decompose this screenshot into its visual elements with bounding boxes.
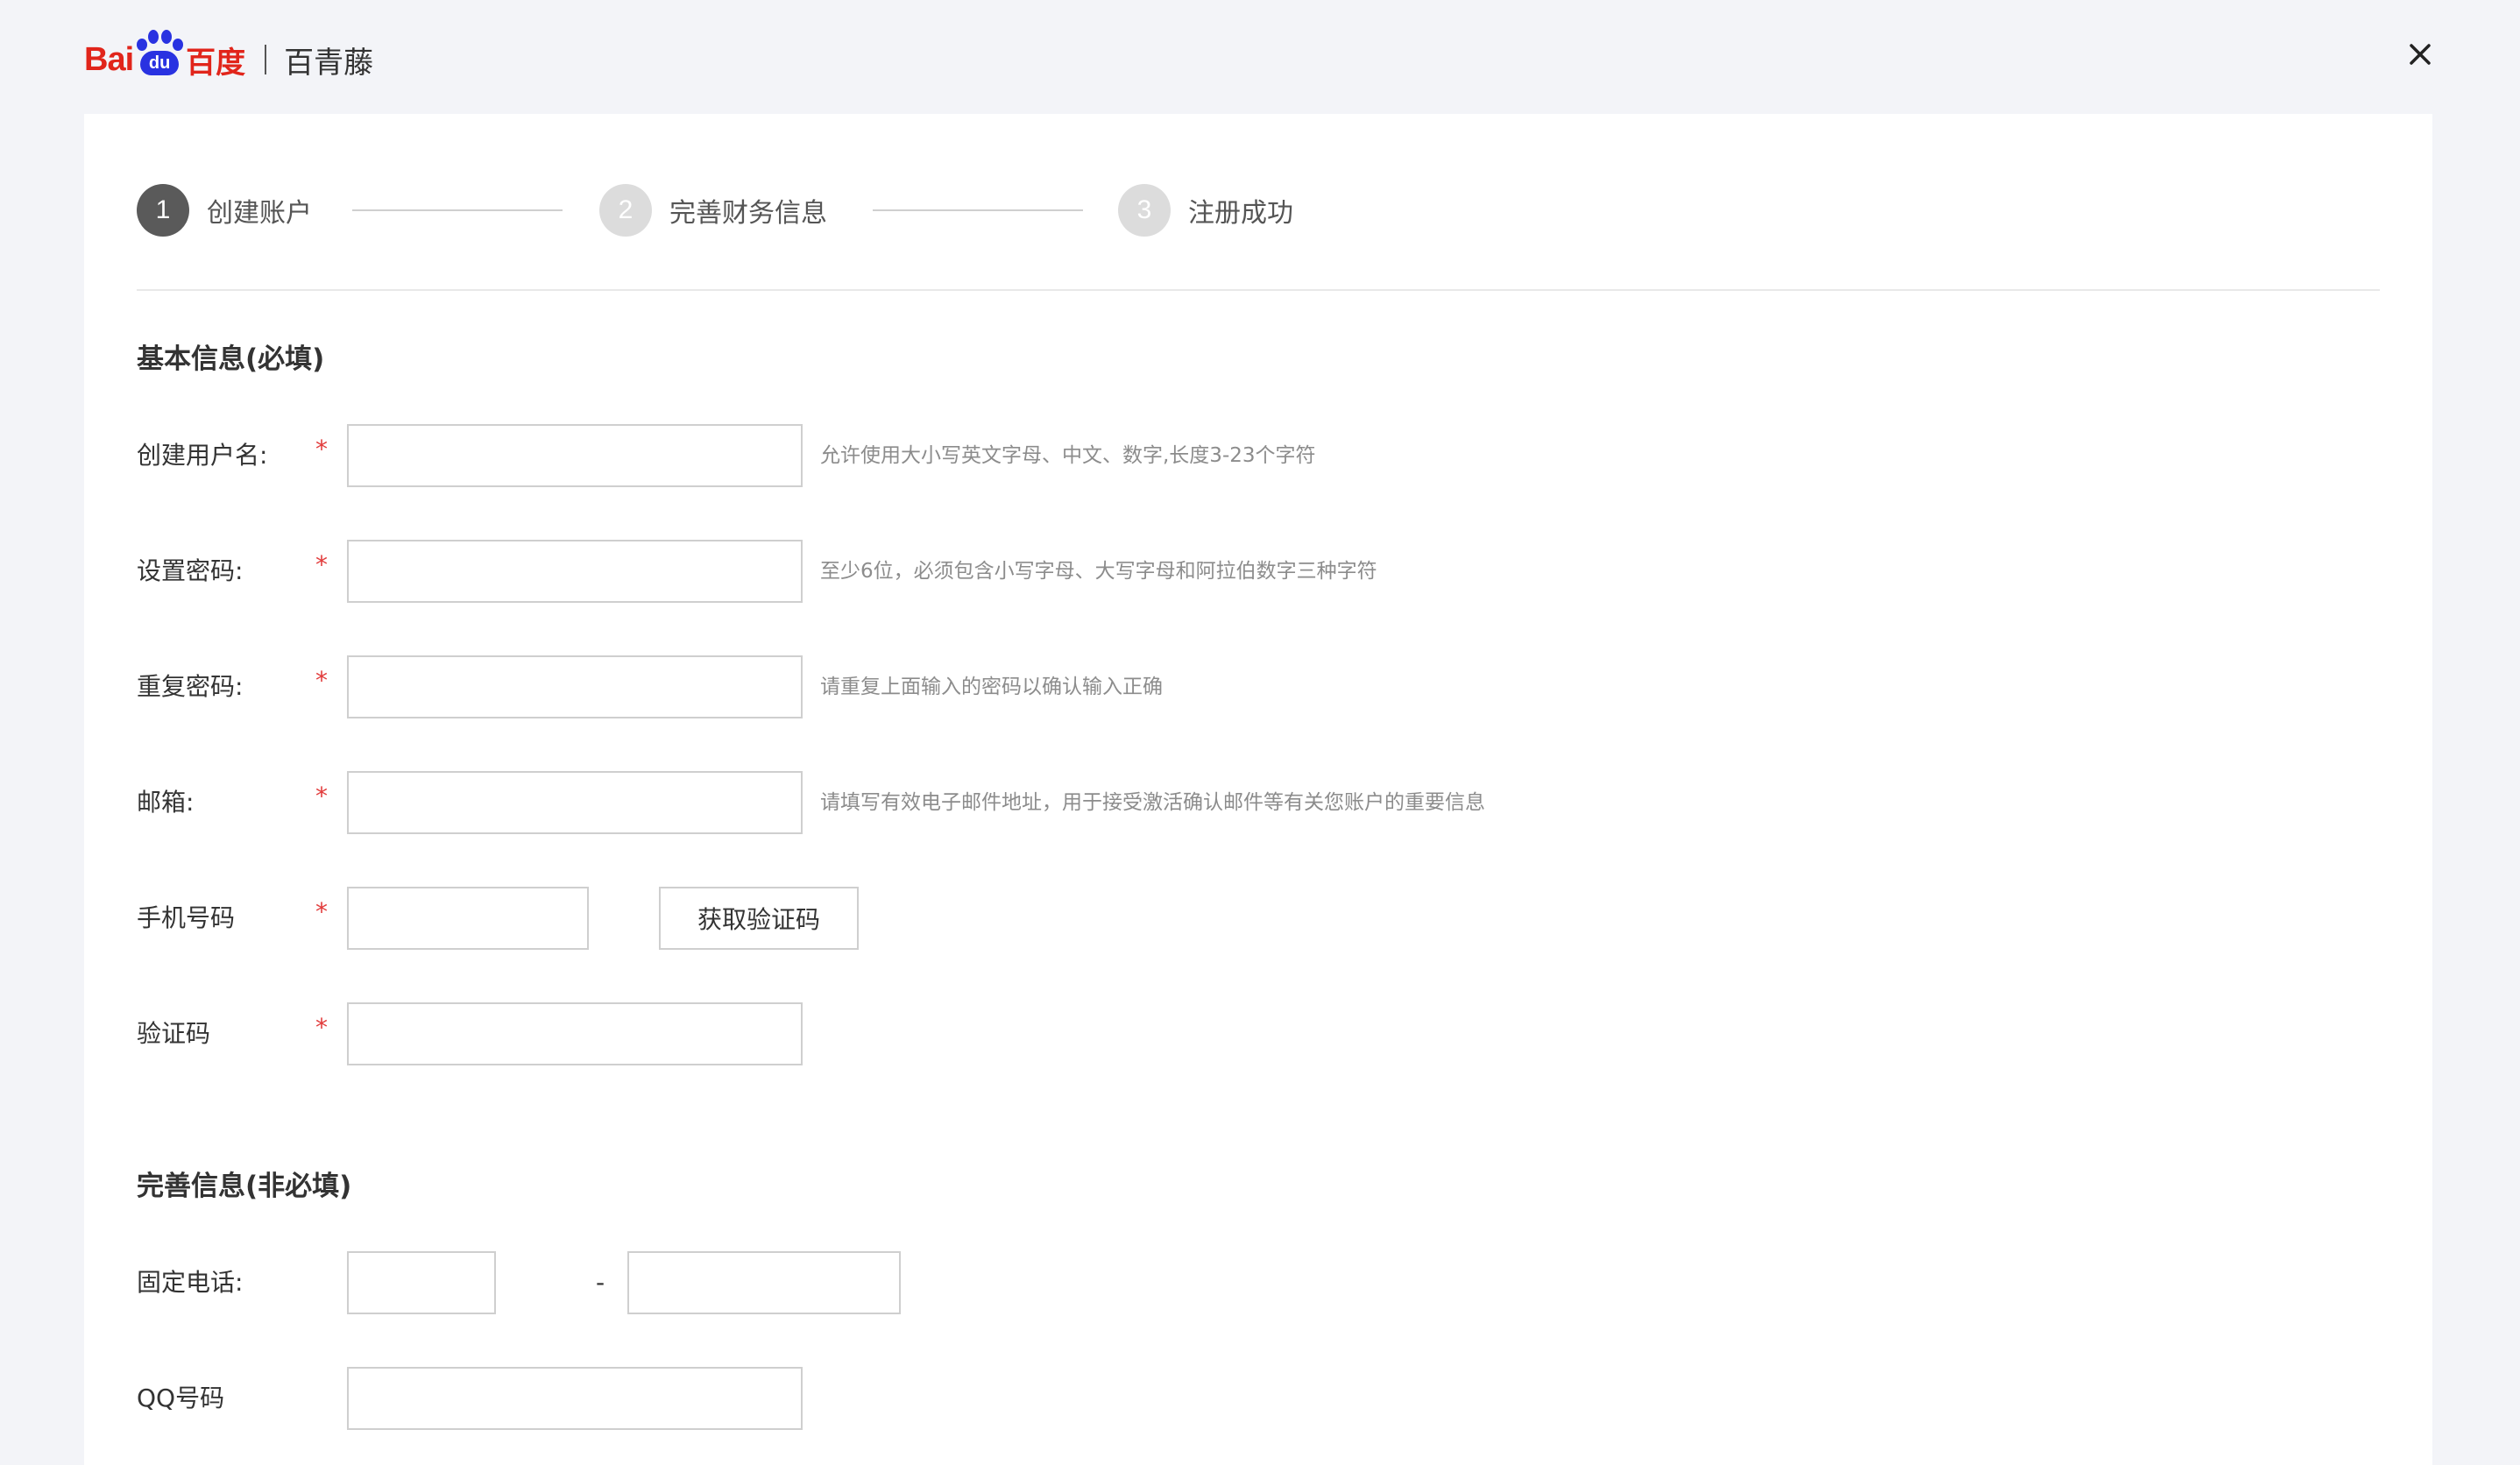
password-label: 设置密码:: [137, 556, 244, 585]
repeat-password-hint: 请重复上面输入的密码以确认输入正确: [820, 676, 1163, 698]
verification-code-input[interactable]: [347, 1002, 803, 1065]
qq-label: QQ号码: [137, 1384, 225, 1412]
paw-pad-text: du: [140, 51, 180, 75]
verification-code-label: 验证码: [137, 1019, 211, 1048]
password-row: 设置密码: * 至少6位，必须包含小写字母、大写字母和阿拉伯数字三种字符: [137, 540, 2327, 603]
landline-row: 固定电话: -: [137, 1251, 2327, 1314]
baidu-logo: Bai du 百度 百青藤: [84, 30, 374, 88]
required-mark: *: [315, 1013, 328, 1042]
password-input[interactable]: [347, 540, 803, 603]
step-label: 创建账户: [207, 198, 312, 229]
landline-separator: -: [596, 1268, 605, 1297]
required-mark: *: [315, 435, 328, 464]
repeat-password-label: 重复密码:: [137, 672, 244, 701]
area-code-input[interactable]: [347, 1251, 496, 1314]
logo-separator: [265, 45, 267, 74]
required-mark: *: [315, 666, 328, 695]
username-label: 创建用户名:: [137, 441, 268, 470]
optional-section-title: 完善信息(非必填): [137, 1171, 352, 1202]
phone-input[interactable]: [347, 887, 589, 950]
step-success: 3 注册成功: [1118, 184, 1293, 237]
email-input[interactable]: [347, 771, 803, 834]
email-row: 邮箱: * 请填写有效电子邮件地址，用于接受激活确认邮件等有关您账户的重要信息: [137, 771, 2327, 834]
registration-stepper: 1 创建账户 2 完善财务信息 3 注册成功: [137, 184, 2380, 252]
header: Bai du 百度 百青藤: [0, 0, 2520, 114]
password-hint: 至少6位，必须包含小写字母、大写字母和阿拉伯数字三种字符: [820, 560, 1377, 583]
paw-toe: [148, 30, 159, 44]
logo-text-baidu: 百度: [186, 45, 246, 81]
qq-row: QQ号码: [137, 1367, 2327, 1430]
step-number: 1: [137, 184, 189, 237]
username-input[interactable]: [347, 424, 803, 487]
paw-toe: [137, 39, 148, 51]
verification-code-row: 验证码 *: [137, 1002, 2327, 1065]
step-number: 2: [599, 184, 652, 237]
step-label: 完善财务信息: [669, 198, 827, 229]
basic-section-title: 基本信息(必填): [137, 343, 325, 375]
step-connector: [873, 209, 1083, 211]
paw-icon: du: [135, 30, 184, 79]
required-mark: *: [315, 782, 328, 810]
email-hint: 请填写有效电子邮件地址，用于接受激活确认邮件等有关您账户的重要信息: [820, 791, 1485, 814]
required-mark: *: [315, 550, 328, 579]
required-mark: *: [315, 897, 328, 926]
close-icon: [2410, 44, 2431, 65]
paw-toe: [173, 39, 184, 51]
step-label: 注册成功: [1188, 198, 1293, 229]
get-code-button[interactable]: 获取验证码: [659, 887, 859, 950]
step-number: 3: [1118, 184, 1171, 237]
paw-toe: [161, 30, 173, 44]
step-connector: [352, 209, 563, 211]
landline-number-input[interactable]: [627, 1251, 901, 1314]
phone-row: 手机号码 * 获取验证码: [137, 887, 2327, 950]
form-card: 1 创建账户 2 完善财务信息 3 注册成功 基本信息(必填) 创建用户名: *…: [84, 114, 2432, 1465]
registration-page: Bai du 百度 百青藤 1 创建账户 2 完善财务信息 3 注册成功 基本信…: [0, 0, 2520, 1465]
repeat-password-input[interactable]: [347, 655, 803, 718]
qq-input[interactable]: [347, 1367, 803, 1430]
stepper-divider: [137, 289, 2380, 291]
logo-text-bai: Bai: [84, 40, 134, 78]
product-name: 百青藤: [284, 45, 374, 81]
close-button[interactable]: [2401, 35, 2439, 74]
repeat-password-row: 重复密码: * 请重复上面输入的密码以确认输入正确: [137, 655, 2327, 718]
username-hint: 允许使用大小写英文字母、中文、数字,长度3-23个字符: [820, 444, 1316, 467]
step-create-account: 1 创建账户: [137, 184, 312, 237]
username-row: 创建用户名: * 允许使用大小写英文字母、中文、数字,长度3-23个字符: [137, 424, 2327, 487]
email-label: 邮箱:: [137, 788, 195, 817]
step-financial-info: 2 完善财务信息: [599, 184, 827, 237]
phone-label: 手机号码: [137, 903, 236, 932]
landline-label: 固定电话:: [137, 1268, 244, 1297]
